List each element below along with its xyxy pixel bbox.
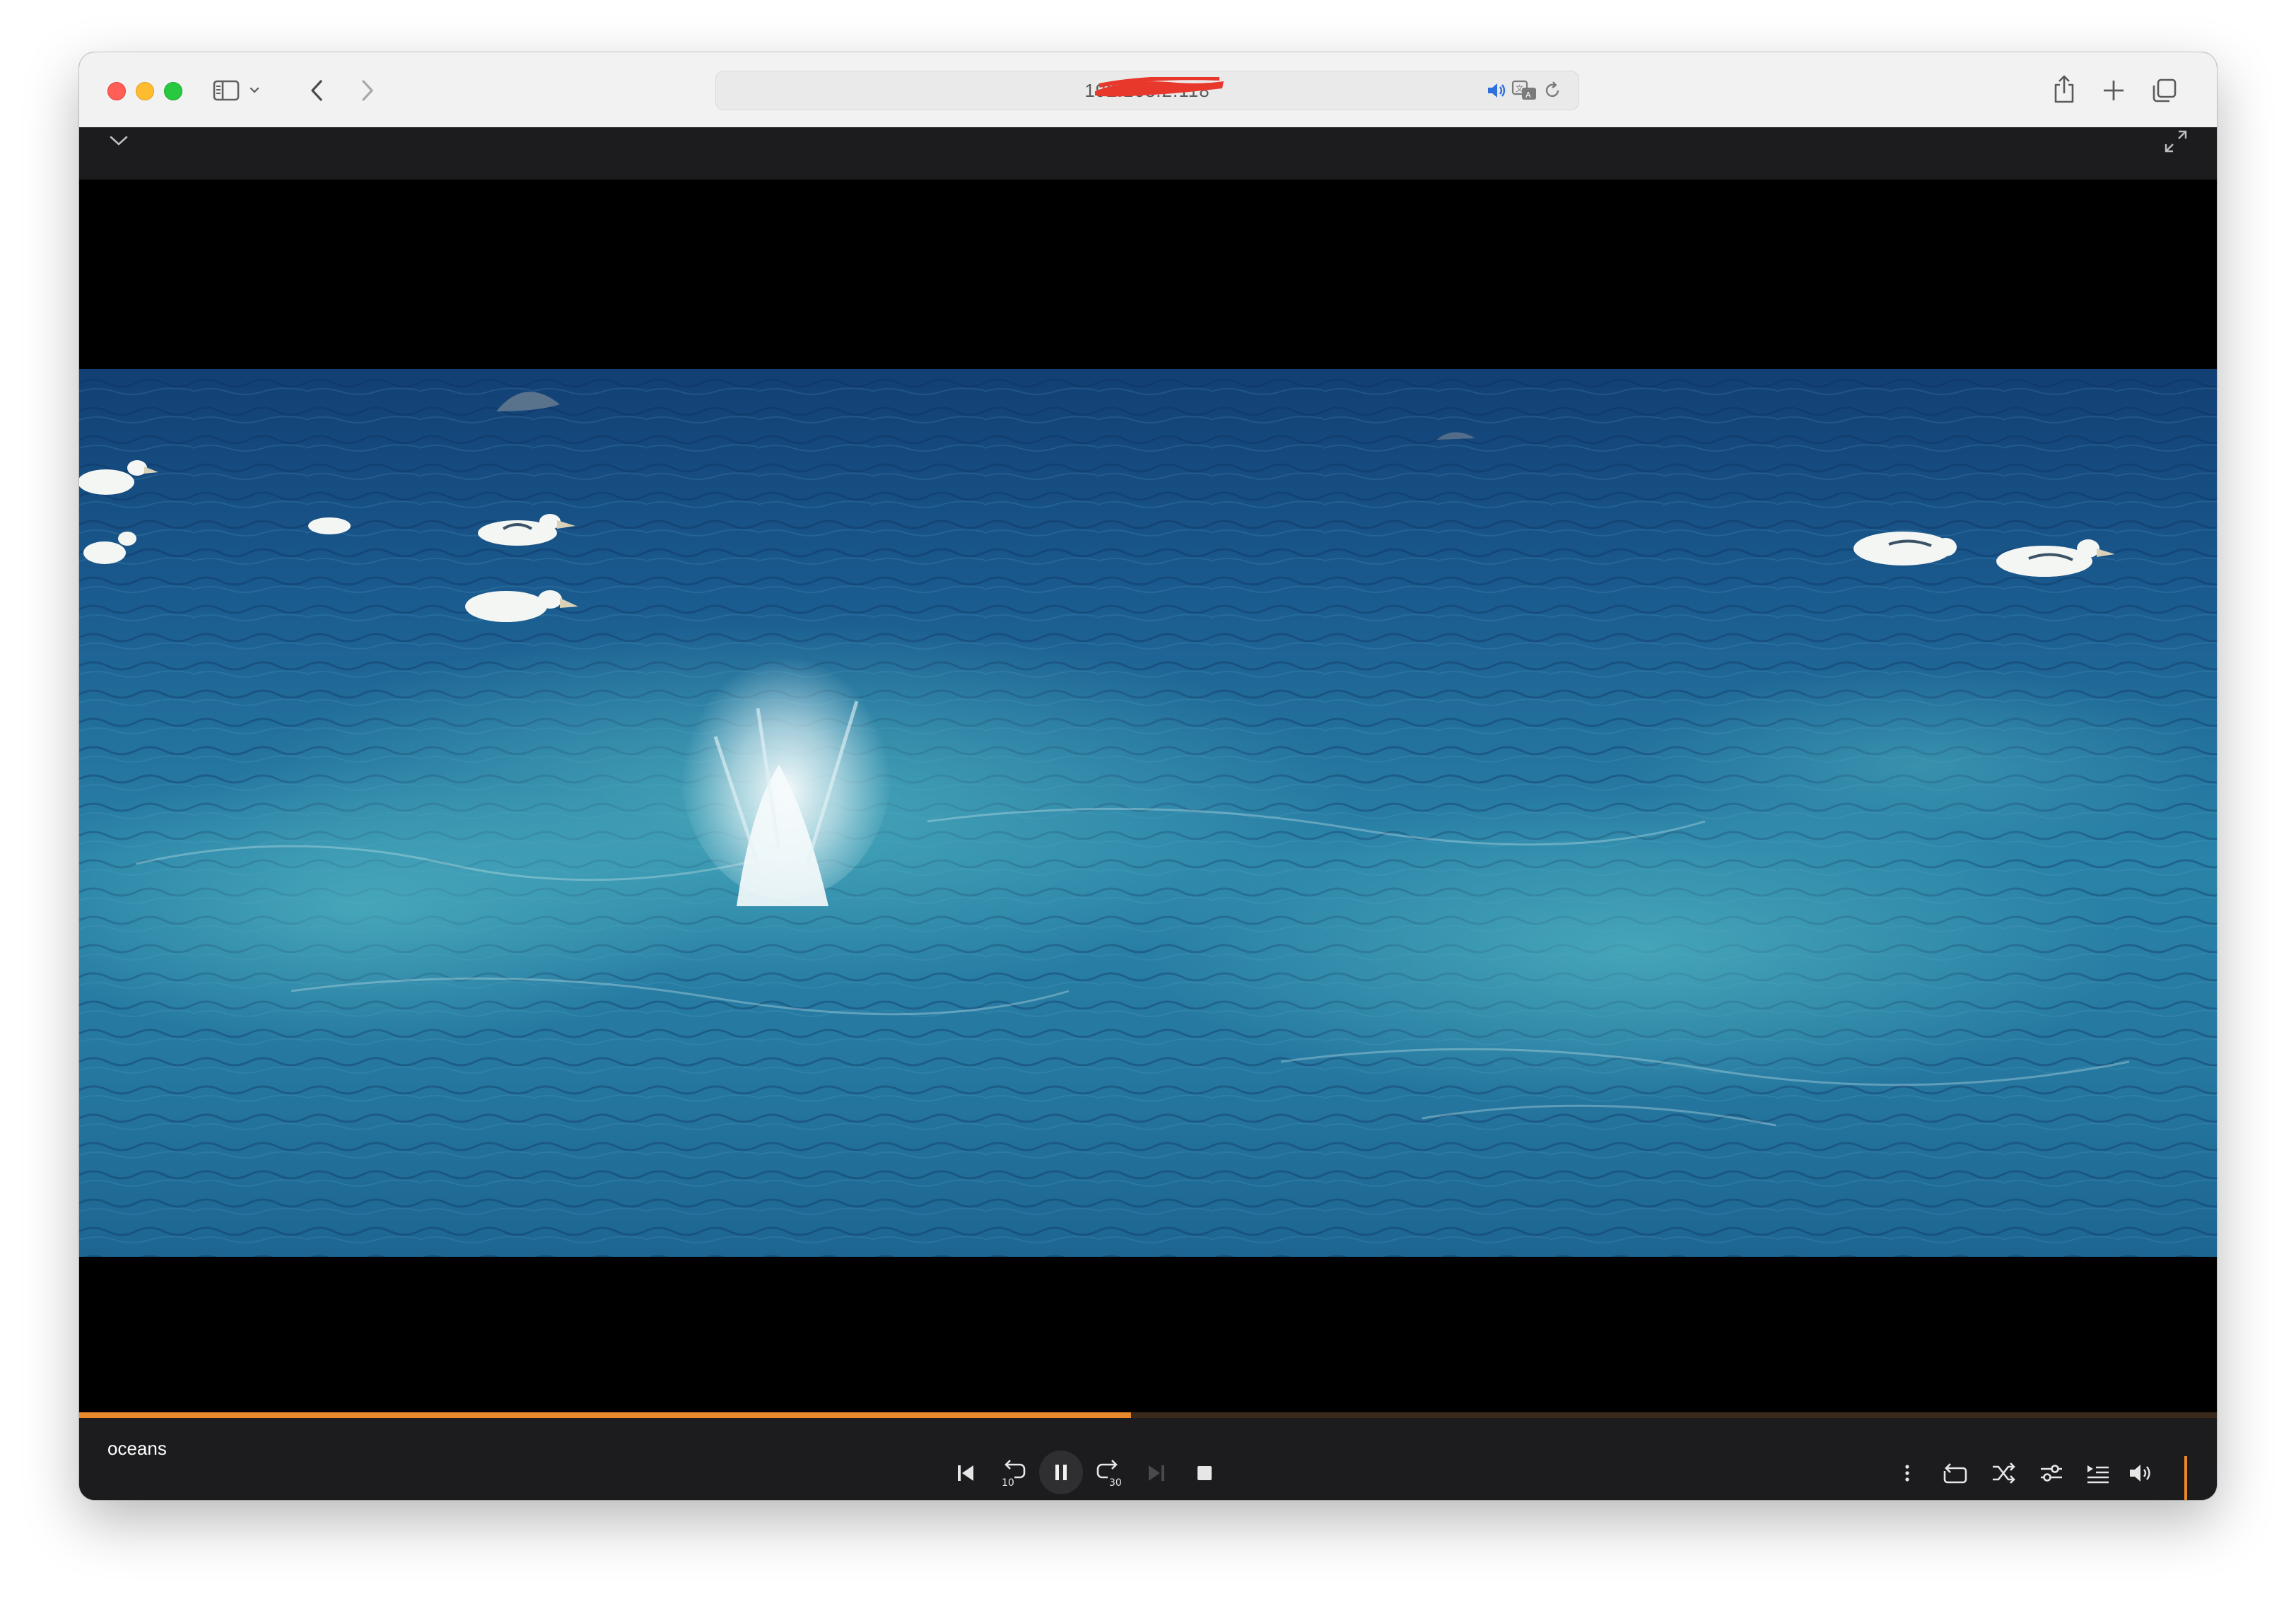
forward-30-label: 30	[1109, 1477, 1122, 1489]
repeat-icon[interactable]	[1940, 1458, 1971, 1489]
stop-icon[interactable]	[1192, 1460, 1217, 1486]
rewind-10-label: 10	[1002, 1477, 1014, 1489]
svg-text:A: A	[1525, 90, 1531, 100]
volume-icon[interactable]	[2125, 1458, 2156, 1489]
ocean-video-image	[79, 369, 2217, 1257]
browser-toolbar: 192.168.2.118 文A	[79, 52, 2217, 128]
skip-next-icon[interactable]	[1141, 1458, 1172, 1489]
back-arrow-icon[interactable]	[303, 75, 331, 106]
window-minimize-button[interactable]	[136, 82, 154, 100]
playlist-icon[interactable]	[2083, 1458, 2114, 1489]
player-controls: oceans 10 30	[79, 1418, 2217, 1500]
volume-level-bar[interactable]	[2184, 1456, 2187, 1500]
new-tab-icon[interactable]	[2098, 75, 2129, 106]
translate-icon[interactable]: 文A	[1511, 78, 1539, 102]
rewind-10-icon[interactable]: 10	[995, 1456, 1031, 1490]
pause-icon	[1055, 1465, 1067, 1480]
window-close-button[interactable]	[107, 82, 126, 100]
seek-bar-progress	[79, 1412, 1131, 1418]
video-frame[interactable]	[79, 369, 2217, 1257]
reload-icon[interactable]	[1540, 80, 1564, 101]
video-stage[interactable]	[79, 180, 2217, 1414]
forward-arrow-icon[interactable]	[353, 75, 382, 106]
skip-previous-icon[interactable]	[950, 1458, 981, 1489]
share-icon[interactable]	[2049, 71, 2080, 107]
pause-button[interactable]	[1039, 1450, 1083, 1494]
equalizer-icon[interactable]	[2036, 1458, 2067, 1489]
svg-text:文: 文	[1516, 83, 1523, 93]
browser-window: 192.168.2.118 文A	[79, 52, 2217, 1500]
media-title: oceans	[107, 1438, 167, 1459]
player-header	[79, 127, 2217, 180]
address-bar[interactable]: 192.168.2.118 文A	[715, 71, 1579, 110]
forward-30-icon[interactable]: 30	[1091, 1456, 1127, 1490]
fullscreen-expand-icon[interactable]	[2160, 127, 2191, 156]
speaker-icon[interactable]	[1485, 80, 1508, 101]
shuffle-icon[interactable]	[1988, 1458, 2019, 1489]
sidebar-icon[interactable]	[211, 75, 242, 106]
collapse-chevron-icon[interactable]	[103, 129, 134, 153]
chevron-down-icon[interactable]	[246, 81, 263, 100]
seek-bar[interactable]	[79, 1412, 2217, 1418]
redaction-mark	[1095, 77, 1224, 97]
window-maximize-button[interactable]	[164, 82, 182, 100]
more-options-icon[interactable]	[1899, 1459, 1916, 1487]
tabs-overview-icon[interactable]	[2149, 75, 2180, 106]
